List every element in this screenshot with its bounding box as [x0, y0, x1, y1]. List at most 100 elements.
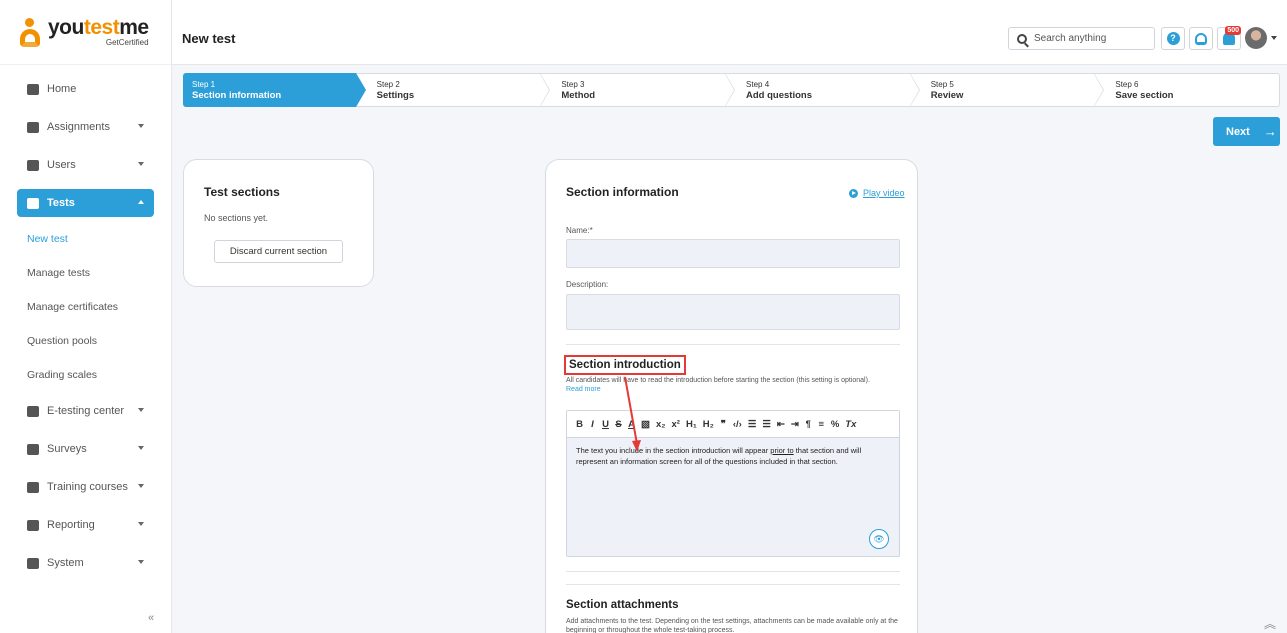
reporting-icon: [27, 519, 39, 531]
sidebar-subitem-manage-tests[interactable]: Manage tests: [27, 261, 171, 285]
section-attachments-description: Add attachments to the test. Depending o…: [566, 618, 898, 633]
wizard-steps: Step 1 Section information Step 2 Settings…: [183, 73, 1281, 107]
bullet-list-button[interactable]: ☰: [762, 419, 771, 430]
logo[interactable]: youtestme GetCertified: [0, 0, 171, 65]
notifications-button[interactable]: 500: [1217, 26, 1241, 50]
chevron-down-icon: [138, 446, 144, 450]
chevron-down-icon: [138, 484, 144, 488]
section-introduction-description: All candidates will have to read the int…: [566, 377, 870, 384]
logo-text-accent: test: [83, 16, 120, 39]
chevron-down-icon: [138, 560, 144, 564]
clear-format-button[interactable]: Tx: [845, 419, 856, 430]
surveys-icon: [27, 443, 39, 455]
avatar[interactable]: [1245, 27, 1267, 49]
preview-button[interactable]: 👁: [869, 529, 889, 549]
step-label: Settings: [376, 90, 415, 101]
subscript-button[interactable]: x₂: [656, 419, 666, 430]
step-settings[interactable]: Step 2 Settings: [355, 73, 550, 107]
sidebar-item-surveys[interactable]: Surveys: [17, 435, 154, 463]
section-attachments-title: Section attachments: [566, 599, 679, 611]
code-button[interactable]: ‹/›: [733, 419, 742, 430]
sidebar-item-label: Tests: [47, 197, 75, 209]
step-label: Method: [561, 90, 596, 101]
bold-button[interactable]: B: [576, 419, 583, 430]
section-information-title: Section information: [566, 185, 679, 199]
sidebar-item-training-courses[interactable]: Training courses: [17, 473, 154, 501]
step-section-information[interactable]: Step 1 Section information: [183, 73, 366, 107]
underline-button[interactable]: U: [602, 419, 609, 430]
link-button[interactable]: %: [831, 419, 839, 430]
play-video-link[interactable]: Play video: [849, 188, 905, 198]
sidebar-item-reporting[interactable]: Reporting: [17, 511, 154, 539]
step-review[interactable]: Step 5 Review: [909, 73, 1105, 107]
support-button[interactable]: [1189, 27, 1213, 50]
sidebar-item-assignments[interactable]: Assignments: [17, 113, 154, 141]
step-label: Review: [930, 90, 964, 101]
sidebar-item-system[interactable]: System: [17, 549, 154, 577]
bell-icon: 500: [1223, 26, 1241, 45]
search-input[interactable]: Search anything: [1008, 27, 1155, 50]
align-button[interactable]: ≡: [818, 419, 825, 430]
step-method[interactable]: Step 3 Method: [540, 73, 735, 107]
scroll-to-top-button[interactable]: ︽: [1264, 615, 1276, 632]
quote-button[interactable]: ❞: [720, 419, 727, 430]
read-more-link[interactable]: Read more: [566, 386, 601, 393]
chevron-down-icon: [138, 408, 144, 412]
sidebar-subitem-manage-certificates[interactable]: Manage certificates: [27, 295, 171, 319]
text-color-button[interactable]: A: [628, 419, 635, 430]
play-video-label: Play video: [863, 188, 905, 198]
name-field[interactable]: [566, 239, 900, 268]
step-number: Step 5: [930, 80, 954, 89]
strikethrough-button[interactable]: S: [615, 419, 622, 430]
indent-button[interactable]: ⇥: [791, 419, 799, 430]
step-save-section[interactable]: Step 6 Save section: [1094, 73, 1281, 107]
superscript-button[interactable]: x²: [672, 419, 680, 430]
step-number: Step 2: [376, 80, 400, 89]
step-add-questions[interactable]: Step 4 Add questions: [725, 73, 920, 107]
headset-icon: [1195, 32, 1207, 45]
step-number: Step 3: [561, 80, 585, 89]
sidebar-item-home[interactable]: Home: [17, 75, 154, 103]
arrow-right-icon: →: [1263, 124, 1277, 139]
heading1-button[interactable]: H₁: [686, 419, 697, 430]
next-label: Next: [1226, 125, 1250, 138]
logo-text-suffix: me: [119, 16, 149, 39]
sidebar-subitem-new-test[interactable]: New test: [27, 227, 171, 251]
sidebar-item-label: System: [47, 557, 84, 569]
sidebar-subitem-grading-scales[interactable]: Grading scales: [27, 363, 171, 387]
paragraph-direction-button[interactable]: ¶: [805, 419, 812, 430]
background-color-button[interactable]: ▧: [641, 419, 650, 430]
help-button[interactable]: ?: [1161, 27, 1185, 50]
italic-button[interactable]: I: [589, 419, 596, 430]
assignments-icon: [27, 121, 39, 133]
name-label: Name:*: [566, 226, 593, 235]
sidebar-item-tests[interactable]: Tests: [17, 189, 154, 217]
description-field[interactable]: [566, 294, 900, 330]
logo-subtitle: GetCertified: [105, 38, 149, 47]
discard-section-button[interactable]: Discard current section: [214, 240, 343, 263]
no-sections-text: No sections yet.: [204, 213, 269, 223]
outdent-button[interactable]: ⇤: [777, 419, 785, 430]
editor-content[interactable]: The text you include in the section intr…: [567, 438, 899, 556]
description-label: Description:: [566, 280, 609, 289]
test-sections-title: Test sections: [204, 185, 280, 199]
next-button[interactable]: Next →: [1213, 117, 1280, 146]
eye-icon: 👁: [873, 534, 885, 544]
page-title: New test: [182, 31, 236, 46]
step-label: Add questions: [746, 90, 812, 101]
notification-badge: 500: [1225, 26, 1241, 35]
sidebar-item-users[interactable]: Users: [17, 151, 154, 179]
heading2-button[interactable]: H₂: [703, 419, 714, 430]
step-label: Section information: [192, 90, 282, 101]
trophy-icon: [27, 481, 39, 493]
sidebar-item-e-testing-center[interactable]: E-testing center: [17, 397, 154, 425]
chevron-down-icon[interactable]: [1271, 36, 1277, 40]
section-information-card: Section information Play video Name:* De…: [545, 159, 918, 633]
sidebar-subitem-question-pools[interactable]: Question pools: [27, 329, 171, 353]
collapse-sidebar-button[interactable]: «: [143, 611, 159, 625]
sidebar-item-label: Surveys: [47, 443, 87, 455]
chevron-down-icon: [138, 522, 144, 526]
chevron-down-icon: [138, 162, 144, 166]
ordered-list-button[interactable]: ☰: [748, 419, 757, 430]
help-icon: ?: [1166, 32, 1180, 45]
